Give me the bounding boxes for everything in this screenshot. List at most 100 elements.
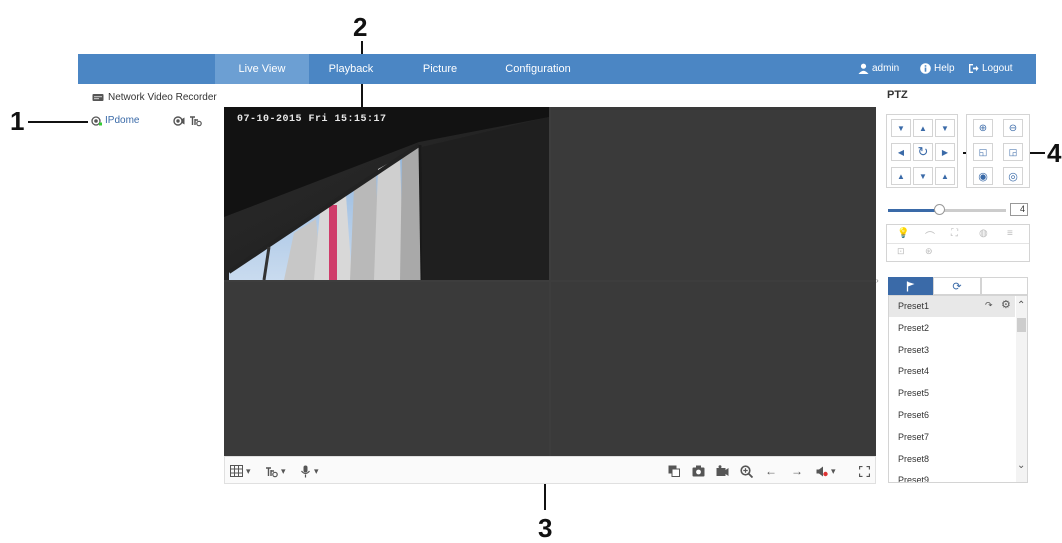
preset-item[interactable]: Preset1 <box>889 296 1015 317</box>
preset-item[interactable]: Preset9 <box>889 470 1015 482</box>
scroll-down-icon[interactable]: ⌄ <box>1017 460 1025 471</box>
scrollbar[interactable]: ⌃ ⌄ <box>1016 296 1027 482</box>
ptz-speed-slider[interactable] <box>888 204 1006 216</box>
tab-picture[interactable]: Picture <box>400 54 480 84</box>
ptz-right-button[interactable]: ▶ <box>935 143 955 161</box>
tab-playback[interactable]: Playback <box>311 54 391 84</box>
3d-zoom-icon[interactable]: ⊛ <box>925 246 933 257</box>
focus-near-button[interactable]: ◱ <box>973 143 993 161</box>
video-pane-4[interactable] <box>551 282 876 456</box>
focus-far-button[interactable]: ◲ <box>1003 143 1023 161</box>
preset-item[interactable]: Preset5 <box>889 383 1015 404</box>
chevron-down-icon: ▾ <box>281 465 286 476</box>
chevron-down-icon: ▾ <box>831 465 836 476</box>
preset-item[interactable]: Preset4 <box>889 361 1015 382</box>
next-page-icon: → <box>791 464 803 478</box>
audio-talk-button[interactable]: ▾ <box>300 463 319 479</box>
ptz-up-right-button[interactable]: ▼ <box>935 119 955 137</box>
callout-2: 2 <box>353 12 368 42</box>
auto-scan-icon: ↻ <box>917 144 929 159</box>
ptz-down-button[interactable]: ▼ <box>913 167 933 185</box>
user-menu[interactable]: admin <box>858 54 899 84</box>
stream-type-button[interactable]: ▾ <box>265 463 286 479</box>
fullscreen-button[interactable] <box>859 463 870 479</box>
ptz-auto-scan-button[interactable]: ↻ <box>913 143 933 161</box>
tree-root-nvr[interactable]: Network Video Recorder <box>92 92 217 103</box>
help-link[interactable]: Help <box>920 54 955 84</box>
video-pane-1[interactable]: 07-10-2015 Fri 15:15:17 <box>224 107 549 280</box>
record-icon <box>716 465 729 476</box>
user-name: admin <box>872 63 900 74</box>
stop-all-icon <box>668 465 680 477</box>
chevron-down-icon: ▾ <box>246 465 251 476</box>
arrow-down-left-icon: ▲ <box>897 171 905 181</box>
manual-tracking-icon[interactable]: ⊡ <box>897 246 905 257</box>
osd-timestamp: 07-10-2015 Fri 15:15:17 <box>237 114 387 125</box>
live-video-area: 07-10-2015 Fri 15:15:17 <box>224 107 876 456</box>
tab-live-view[interactable]: Live View <box>215 54 309 84</box>
ptz-down-right-button[interactable]: ▲ <box>935 167 955 185</box>
preset-settings-icon[interactable]: ⚙ <box>1001 298 1011 311</box>
scroll-up-icon[interactable]: ⌃ <box>1017 300 1025 311</box>
tab-configuration[interactable]: Configuration <box>486 54 590 84</box>
menu-icon[interactable]: ≡ <box>1007 228 1013 239</box>
device-tree-panel: Network Video Recorder IPdome <box>78 84 220 488</box>
iris-open-button[interactable]: ◉ <box>973 167 993 185</box>
logout-link[interactable]: Logout <box>968 54 1013 84</box>
preset-item[interactable]: Preset7 <box>889 427 1015 448</box>
arrow-down-icon: ▼ <box>919 171 927 181</box>
ptz-title: PTZ <box>887 89 908 101</box>
wiper-icon[interactable]: ⌒ <box>925 228 935 243</box>
zoom-out-icon: ⊖ <box>1008 122 1018 134</box>
window-layout-button[interactable]: ▾ <box>230 463 251 479</box>
preset-tab[interactable] <box>888 277 933 295</box>
record-button[interactable] <box>716 463 729 479</box>
preset-item[interactable]: Preset2 <box>889 318 1015 339</box>
preset-item[interactable]: Preset6 <box>889 405 1015 426</box>
preset-call-icon[interactable]: ↷ <box>985 300 993 311</box>
ptz-control-icon[interactable] <box>189 114 202 127</box>
arrow-up-right-icon: ▼ <box>941 123 949 133</box>
microphone-icon <box>301 465 310 477</box>
iris-close-button[interactable]: ◎ <box>1003 167 1023 185</box>
ptz-up-left-button[interactable]: ▼ <box>891 119 911 137</box>
tree-camera-ipdome[interactable]: IPdome <box>91 115 139 126</box>
callout-4: 4 <box>1047 138 1062 168</box>
collapse-ptz-arrow[interactable]: › <box>876 276 879 285</box>
init-lens-icon[interactable]: ◍ <box>979 228 988 239</box>
focus-near-icon: ◱ <box>978 146 988 157</box>
stop-all-button[interactable] <box>668 463 680 479</box>
pattern-tab[interactable] <box>981 277 1028 295</box>
ptz-up-button[interactable]: ▲ <box>913 119 933 137</box>
patrol-tab[interactable]: ⟳ <box>933 277 981 295</box>
arrow-left-icon: ◀ <box>897 147 905 157</box>
logout-label: Logout <box>982 63 1013 74</box>
video-pane-2[interactable] <box>551 107 876 280</box>
slider-thumb[interactable] <box>933 204 945 215</box>
next-page-button[interactable]: → <box>791 463 803 479</box>
ptz-aux-functions: 💡 ⌒ ⛶ ◍ ≡ ⊡ ⊛ <box>886 224 1030 262</box>
top-nav-bar: Live View Playback Picture Configuration… <box>78 54 1036 84</box>
camera-status-icon <box>91 115 102 126</box>
prev-page-button[interactable]: ← <box>765 463 777 479</box>
start-live-view-icon[interactable] <box>173 116 185 126</box>
live-view-toolbar: ▾ ▾ ▾ ← → ▾ <box>224 456 876 484</box>
zoom-out-button[interactable]: ⊖ <box>1003 119 1023 137</box>
zoom-in-button[interactable]: ⊕ <box>973 119 993 137</box>
iris-open-icon: ◉ <box>978 170 988 183</box>
scroll-thumb[interactable] <box>1017 318 1026 332</box>
arrow-up-icon: ▲ <box>919 123 927 133</box>
volume-button[interactable]: ▾ <box>816 463 836 479</box>
preset-item[interactable]: Preset3 <box>889 340 1015 361</box>
window-layout-icon <box>230 465 243 477</box>
flag-icon <box>906 281 914 291</box>
capture-button[interactable] <box>692 463 705 479</box>
patrol-icon: ⟳ <box>952 280 962 293</box>
light-icon[interactable]: 💡 <box>897 228 909 239</box>
auto-focus-icon[interactable]: ⛶ <box>951 228 958 239</box>
ptz-left-button[interactable]: ◀ <box>891 143 911 161</box>
video-pane-3[interactable] <box>224 282 549 456</box>
ptz-down-left-button[interactable]: ▲ <box>891 167 911 185</box>
preset-item[interactable]: Preset8 <box>889 449 1015 470</box>
digital-zoom-button[interactable] <box>740 463 753 479</box>
